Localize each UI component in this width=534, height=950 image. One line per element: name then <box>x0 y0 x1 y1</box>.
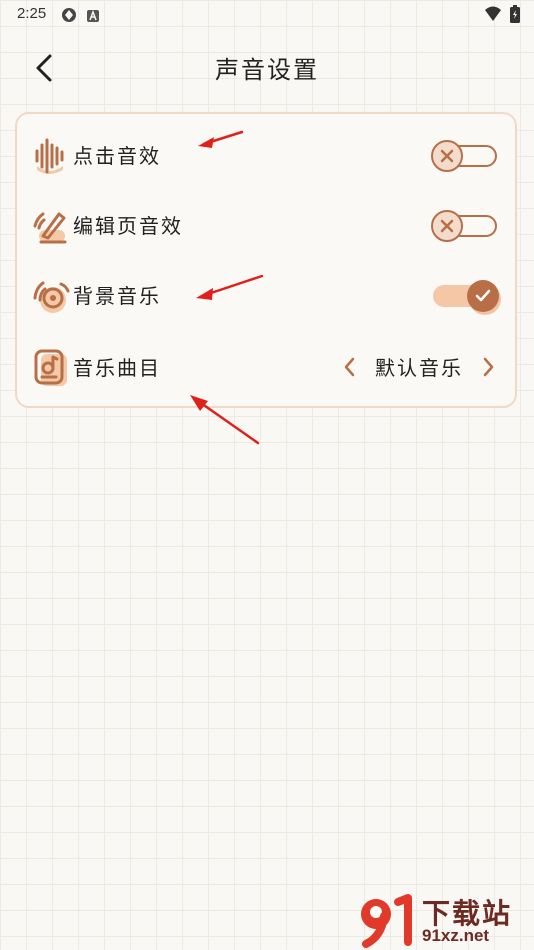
music-player-icon <box>31 348 71 388</box>
chevron-left-icon <box>344 357 355 376</box>
music-track-value: 默认音乐 <box>375 356 463 380</box>
annotation-arrow <box>196 274 264 300</box>
page-title: 声音设置 <box>215 56 319 84</box>
header: 声音设置 <box>0 40 534 96</box>
pen-sound-icon <box>31 206 71 246</box>
music-track-selector: 默认音乐 <box>339 352 499 381</box>
next-track-button[interactable] <box>479 353 499 381</box>
click-sound-label: 点击音效 <box>73 144 161 168</box>
close-icon <box>431 210 463 242</box>
sync-icon <box>60 6 78 28</box>
music-disc-icon <box>31 276 71 316</box>
music-track-row: 音乐曲目 默认音乐 <box>17 338 515 398</box>
click-sound-toggle[interactable] <box>431 139 499 173</box>
watermark-url: 91xz.net <box>422 926 490 945</box>
background-music-label: 背景音乐 <box>73 284 161 308</box>
previous-track-button[interactable] <box>339 353 359 381</box>
music-track-label: 音乐曲目 <box>73 356 161 380</box>
edit-page-sound-label: 编辑页音效 <box>73 214 183 238</box>
status-bar: 2:25 <box>0 0 534 28</box>
close-icon <box>431 140 463 172</box>
annotation-arrow <box>190 395 260 445</box>
edit-page-sound-row: 编辑页音效 <box>17 196 515 256</box>
watermark-logo <box>361 894 412 948</box>
status-time: 2:25 <box>17 5 47 22</box>
click-sound-row: 点击音效 <box>17 126 515 186</box>
chevron-right-icon <box>483 357 494 376</box>
check-icon <box>467 280 499 312</box>
settings-card: 点击音效 编辑页音效 背景音乐 音乐曲目 默认音乐 <box>15 112 517 408</box>
annotation-arrow <box>198 130 244 148</box>
watermark: 下载站 91xz.net <box>356 888 534 950</box>
sound-wave-icon <box>31 136 71 176</box>
edit-page-sound-toggle[interactable] <box>431 209 499 243</box>
battery-icon <box>510 5 520 27</box>
accessibility-icon <box>86 8 100 27</box>
wifi-icon <box>484 6 502 26</box>
background-music-toggle[interactable] <box>431 279 499 313</box>
